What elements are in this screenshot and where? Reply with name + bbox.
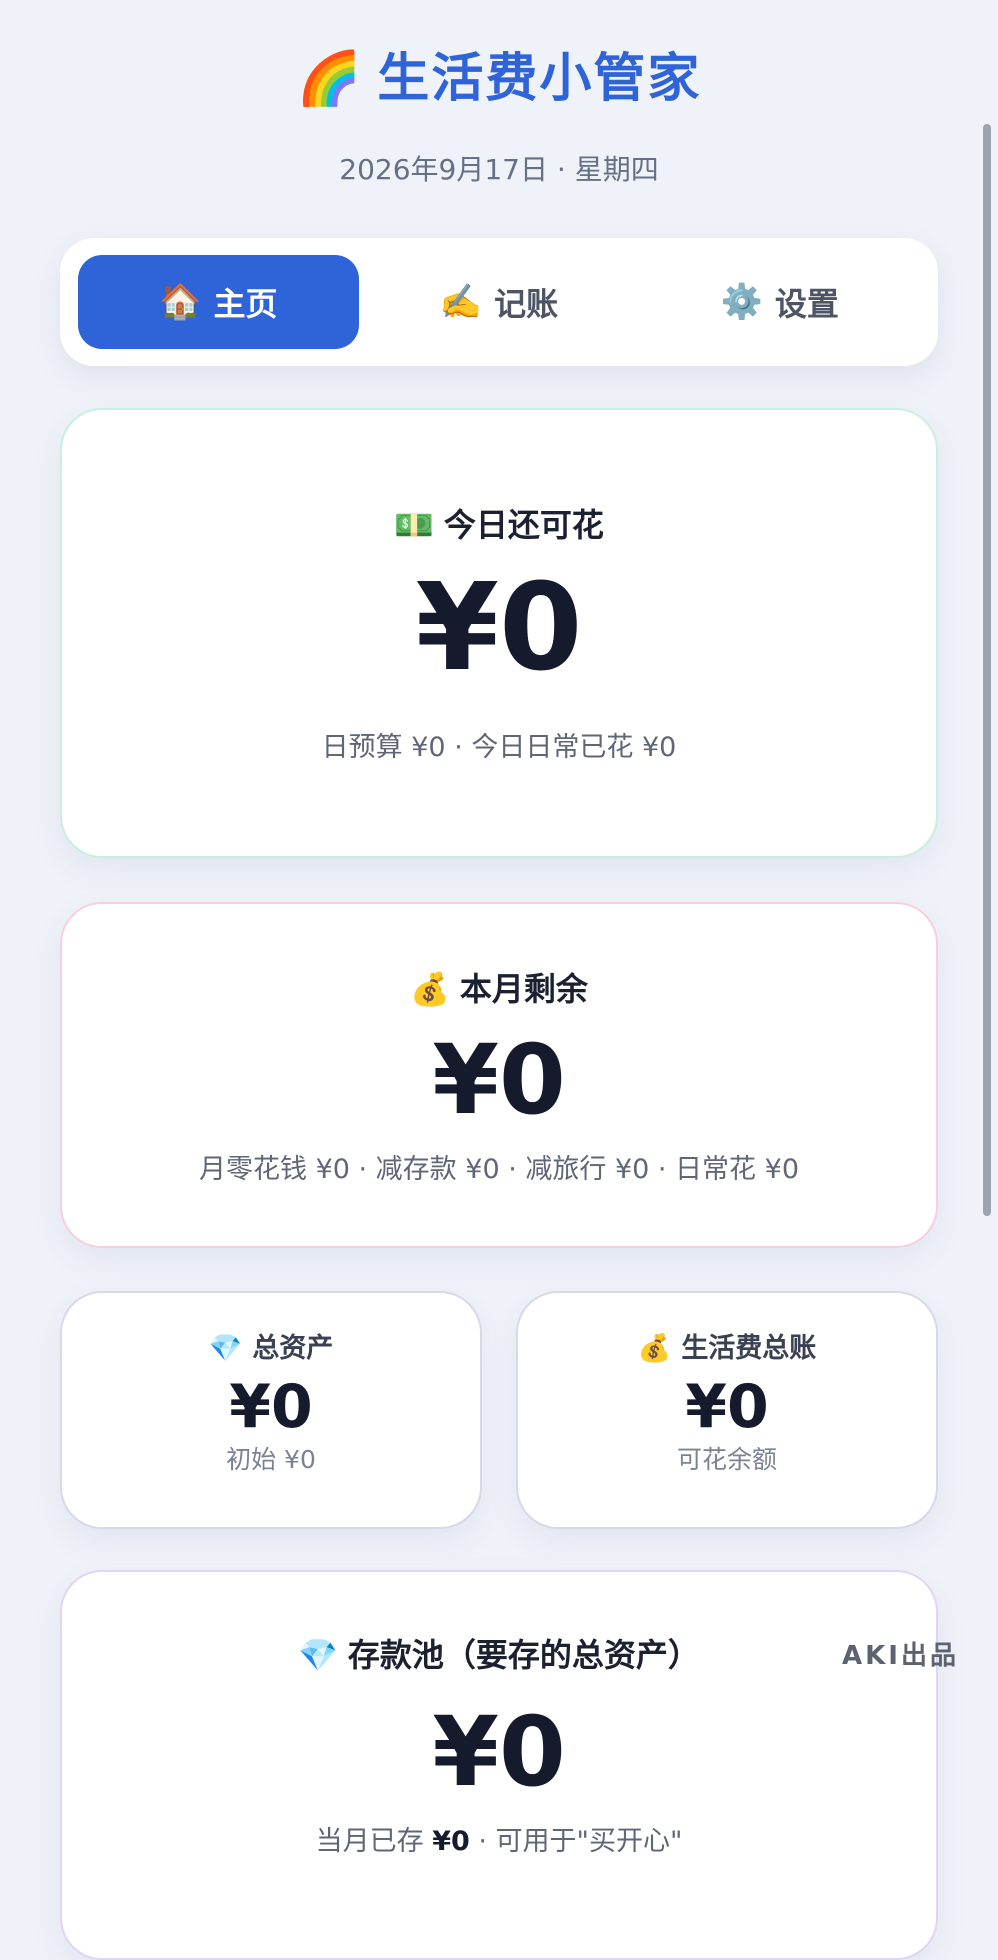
vertical-scrollbar[interactable] xyxy=(983,124,991,1216)
total-assets-card: 💎 总资产 ¥0 初始 ¥0 xyxy=(60,1291,482,1529)
current-date: 2026年9月17日 · 星期四 xyxy=(339,153,659,186)
tab-settings[interactable]: ⚙️ 设置 xyxy=(639,255,920,349)
month-remaining-label-row: 💰 本月剩余 xyxy=(62,966,936,1012)
month-remaining-amount: ¥0 xyxy=(432,1024,566,1136)
month-remaining-detail: 月零花钱 ¥0 · 减存款 ¥0 · 减旅行 ¥0 · 日常花 ¥0 xyxy=(199,1154,799,1185)
savings-pool-detail-value: ¥0 xyxy=(432,1826,470,1857)
total-assets-label: 总资产 xyxy=(252,1333,334,1364)
savings-pool-card: 💎 存款池（要存的总资产） ¥0 当月已存 ¥0 · 可用于"买开心" xyxy=(60,1570,938,1960)
living-expense-label: 生活费总账 xyxy=(681,1333,817,1364)
total-assets-initial: 初始 ¥0 xyxy=(226,1445,316,1474)
tab-home-label: 主页 xyxy=(213,285,278,323)
banknote-icon: 💵 xyxy=(394,506,434,544)
savings-pool-detail-suffix: · 可用于"买开心" xyxy=(469,1826,683,1857)
today-remaining-label-row: 💵 今日还可花 xyxy=(62,502,936,548)
tab-record-label: 记账 xyxy=(494,285,559,323)
tab-record[interactable]: ✍️ 记账 xyxy=(359,255,640,349)
savings-pool-detail-prefix: 当月已存 xyxy=(315,1826,433,1857)
money-bag-icon: 💰 xyxy=(637,1333,672,1364)
month-remaining-card: 💰 本月剩余 ¥0 月零花钱 ¥0 · 减存款 ¥0 · 减旅行 ¥0 · 日常花… xyxy=(60,902,938,1248)
writing-hand-icon: ✍️ xyxy=(439,282,483,322)
author-credit: AKI出品 xyxy=(842,1641,959,1671)
today-remaining-card: 💵 今日还可花 ¥0 日预算 ¥0 · 今日日常已花 ¥0 xyxy=(60,408,938,858)
rainbow-icon: 🌈 xyxy=(296,49,364,109)
tab-settings-label: 设置 xyxy=(774,285,839,323)
app-title: 🌈 生活费小管家 xyxy=(0,44,998,114)
today-remaining-label: 今日还可花 xyxy=(443,506,604,544)
savings-pool-label-row: 💎 存款池（要存的总资产） xyxy=(62,1632,936,1678)
living-expense-detail: 可花余额 xyxy=(676,1445,777,1474)
tab-home[interactable]: 🏠 主页 xyxy=(78,255,359,349)
living-expense-card: 💰 生活费总账 ¥0 可花余额 xyxy=(516,1291,938,1529)
living-expense-amount: ¥0 xyxy=(685,1372,769,1442)
month-remaining-label: 本月剩余 xyxy=(459,970,588,1008)
money-bag-icon: 💰 xyxy=(410,970,450,1008)
total-assets-label-row: 💎 总资产 xyxy=(62,1331,480,1367)
app-title-text: 生活费小管家 xyxy=(377,49,702,109)
gear-icon: ⚙️ xyxy=(720,282,763,322)
savings-pool-label: 存款池（要存的总资产） xyxy=(347,1636,700,1674)
total-assets-amount: ¥0 xyxy=(229,1372,313,1442)
gem-icon: 💎 xyxy=(298,1636,338,1674)
tab-bar: 🏠 主页 ✍️ 记账 ⚙️ 设置 xyxy=(60,238,938,366)
today-remaining-detail: 日预算 ¥0 · 今日日常已花 ¥0 xyxy=(321,732,677,763)
house-icon: 🏠 xyxy=(159,282,202,322)
gem-icon: 💎 xyxy=(208,1333,243,1364)
today-remaining-amount: ¥0 xyxy=(415,559,583,698)
savings-pool-detail: 当月已存 ¥0 · 可用于"买开心" xyxy=(62,1822,936,1862)
savings-pool-amount: ¥0 xyxy=(432,1696,566,1808)
living-expense-label-row: 💰 生活费总账 xyxy=(518,1331,936,1367)
